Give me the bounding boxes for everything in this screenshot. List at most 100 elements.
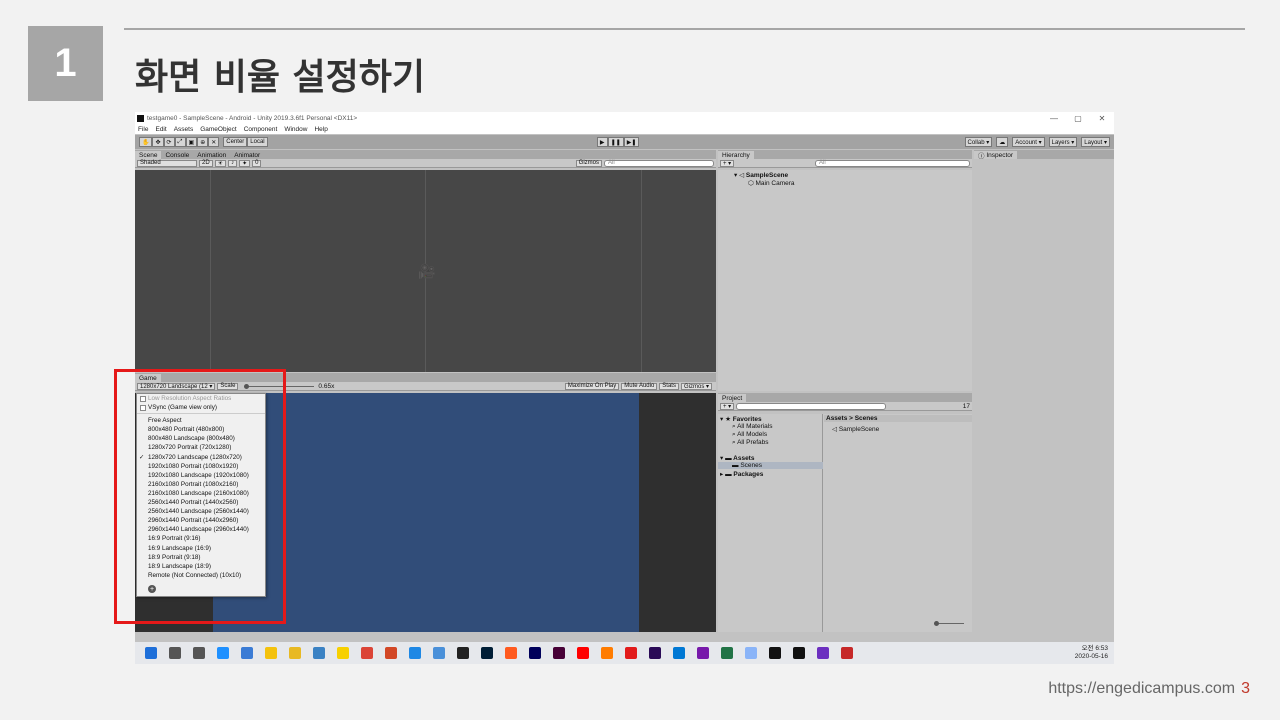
scale-tool-icon[interactable]: ⤢	[174, 137, 186, 147]
stats-toggle[interactable]: Stats	[659, 382, 679, 390]
project-create-button[interactable]: + ▾	[720, 402, 735, 410]
hidden-count[interactable]: 0	[252, 159, 262, 167]
tab-inspector[interactable]: ⓘ Inspector	[974, 151, 1018, 160]
move-tool-icon[interactable]: ✥	[152, 137, 164, 147]
tab-animation[interactable]: Animation	[193, 151, 230, 159]
hierarchy-create-button[interactable]: + ▾	[720, 159, 735, 167]
taskbar-app-icon[interactable]	[673, 647, 685, 659]
scene-asset[interactable]: ◁ SampleScene	[832, 425, 879, 433]
hand-tool-icon[interactable]: ✋	[139, 137, 153, 147]
scene-view[interactable]: 🎥	[135, 170, 716, 372]
favorites-node[interactable]: ▾ ★ Favorites	[720, 415, 762, 423]
tab-console[interactable]: Console	[161, 151, 193, 159]
audio-toggle-icon[interactable]: ♪	[228, 159, 238, 167]
inspector-tab-label: Inspector	[986, 151, 1014, 159]
rotate-tool-icon[interactable]: ⟳	[163, 137, 175, 147]
taskbar-app-icon[interactable]	[361, 647, 373, 659]
taskbar-app-icon[interactable]	[553, 647, 565, 659]
menu-item-assets[interactable]: Assets	[174, 126, 194, 133]
gizmos-dropdown[interactable]: Gizmos	[575, 159, 602, 167]
taskbar-app-icon[interactable]	[649, 647, 661, 659]
taskbar-app-icon[interactable]	[313, 647, 325, 659]
rect-tool-icon[interactable]: ▣	[185, 137, 198, 147]
taskbar-app-icon[interactable]	[289, 647, 301, 659]
cloud-icon[interactable]: ☁	[996, 137, 1009, 147]
menu-item-component[interactable]: Component	[244, 126, 278, 133]
taskbar-app-icon[interactable]	[409, 647, 421, 659]
packages-node[interactable]: ▸ ▬ Packages	[720, 470, 763, 478]
project-search-input[interactable]	[736, 402, 887, 410]
taskbar-app-icon[interactable]	[769, 647, 781, 659]
taskbar-app-icon[interactable]	[193, 647, 205, 659]
windows-start-icon[interactable]	[145, 647, 157, 659]
tab-animator[interactable]: Animator	[230, 151, 264, 159]
tab-project[interactable]: Project	[718, 394, 747, 402]
custom-tool-icon[interactable]: ✕	[208, 137, 220, 147]
taskbar-app-icon[interactable]	[337, 647, 349, 659]
pause-button[interactable]: ❚❚	[607, 137, 624, 147]
taskbar-app-icon[interactable]	[529, 647, 541, 659]
taskbar-app-icon[interactable]	[481, 647, 493, 659]
game-gizmos-dropdown[interactable]: Gizmos ▾	[680, 382, 712, 390]
taskbar-app-icon[interactable]	[625, 647, 637, 659]
favorite-item[interactable]: ⌕ All Materials	[732, 423, 773, 431]
taskbar-app-icon[interactable]	[241, 647, 253, 659]
taskbar-app-icon[interactable]	[457, 647, 469, 659]
menu-item-file[interactable]: File	[138, 126, 148, 133]
hierarchy-search-input[interactable]: All	[815, 159, 970, 167]
transform-tool-icon[interactable]: ⊕	[197, 137, 209, 147]
taskbar-app-icon[interactable]	[217, 647, 229, 659]
taskbar-app-icon[interactable]	[577, 647, 589, 659]
lighting-toggle-icon[interactable]: ☀	[214, 159, 227, 167]
favorite-item[interactable]: ⌕ All Models	[732, 431, 767, 439]
favorite-item[interactable]: ⌕ All Prefabs	[732, 439, 769, 447]
play-button[interactable]: ▶	[596, 137, 608, 147]
menu-item-gameobject[interactable]: GameObject	[200, 126, 237, 133]
taskbar-app-icon[interactable]	[793, 647, 805, 659]
collab-button[interactable]: Collab ▾	[964, 137, 993, 147]
scene-node[interactable]: ▾ ◁ SampleScene	[734, 171, 788, 179]
tab-scene[interactable]: Scene	[135, 151, 162, 159]
pivot-local-button[interactable]: Local	[247, 137, 268, 147]
assets-node[interactable]: ▾ ▬ Assets	[720, 454, 754, 462]
taskbar-app-icon[interactable]	[505, 647, 517, 659]
menu-item-edit[interactable]: Edit	[155, 126, 166, 133]
taskbar-app-icon[interactable]	[817, 647, 829, 659]
scenes-folder[interactable]: ▬ Scenes	[718, 462, 823, 469]
step-button[interactable]: ▶❚	[623, 137, 640, 147]
effects-toggle-icon[interactable]: ✦	[239, 159, 251, 167]
taskbar-app-icon[interactable]	[841, 647, 853, 659]
maximize-on-play-toggle[interactable]: Maximize On Play	[564, 382, 620, 390]
slide-number: 1	[28, 26, 103, 101]
taskbar-app-icon[interactable]	[169, 647, 181, 659]
taskbar-app-icon[interactable]	[385, 647, 397, 659]
minimize-button[interactable]: —	[1042, 114, 1066, 123]
layers-dropdown[interactable]: Layers ▾	[1048, 137, 1078, 147]
scenes-label: Scenes	[740, 462, 762, 469]
shading-mode-dropdown[interactable]: Shaded	[137, 159, 197, 167]
close-button[interactable]: ✕	[1090, 114, 1114, 123]
restore-button[interactable]: ▢	[1066, 114, 1090, 123]
menu-item-help[interactable]: Help	[314, 126, 327, 133]
icon-size-slider[interactable]	[934, 621, 964, 626]
project-breadcrumb[interactable]: Assets > Scenes	[824, 415, 972, 422]
asset-count: 17	[962, 402, 970, 410]
main-camera-node[interactable]: ⬡ Main Camera	[748, 179, 795, 187]
pivot-center-button[interactable]: Center	[223, 137, 248, 147]
camera-icon[interactable]: 🎥	[418, 263, 435, 280]
taskbar-app-icon[interactable]	[721, 647, 733, 659]
taskbar-app-icon[interactable]	[601, 647, 613, 659]
clock-time: 오전 6:53	[1081, 645, 1108, 652]
taskbar-app-icon[interactable]	[265, 647, 277, 659]
taskbar-app-icon[interactable]	[745, 647, 757, 659]
2d-toggle[interactable]: 2D	[199, 159, 213, 167]
mute-audio-toggle[interactable]: Mute Audio	[621, 382, 658, 390]
taskbar-app-icon[interactable]	[697, 647, 709, 659]
taskbar-clock[interactable]: 오전 6:53 2020-05-16	[1075, 645, 1108, 661]
account-dropdown[interactable]: Account ▾	[1012, 137, 1045, 147]
scene-search-input[interactable]: All	[604, 159, 714, 167]
menu-item-window[interactable]: Window	[284, 126, 307, 133]
layout-dropdown[interactable]: Layout ▾	[1081, 137, 1110, 147]
tab-hierarchy[interactable]: Hierarchy	[718, 151, 754, 159]
taskbar-app-icon[interactable]	[433, 647, 445, 659]
